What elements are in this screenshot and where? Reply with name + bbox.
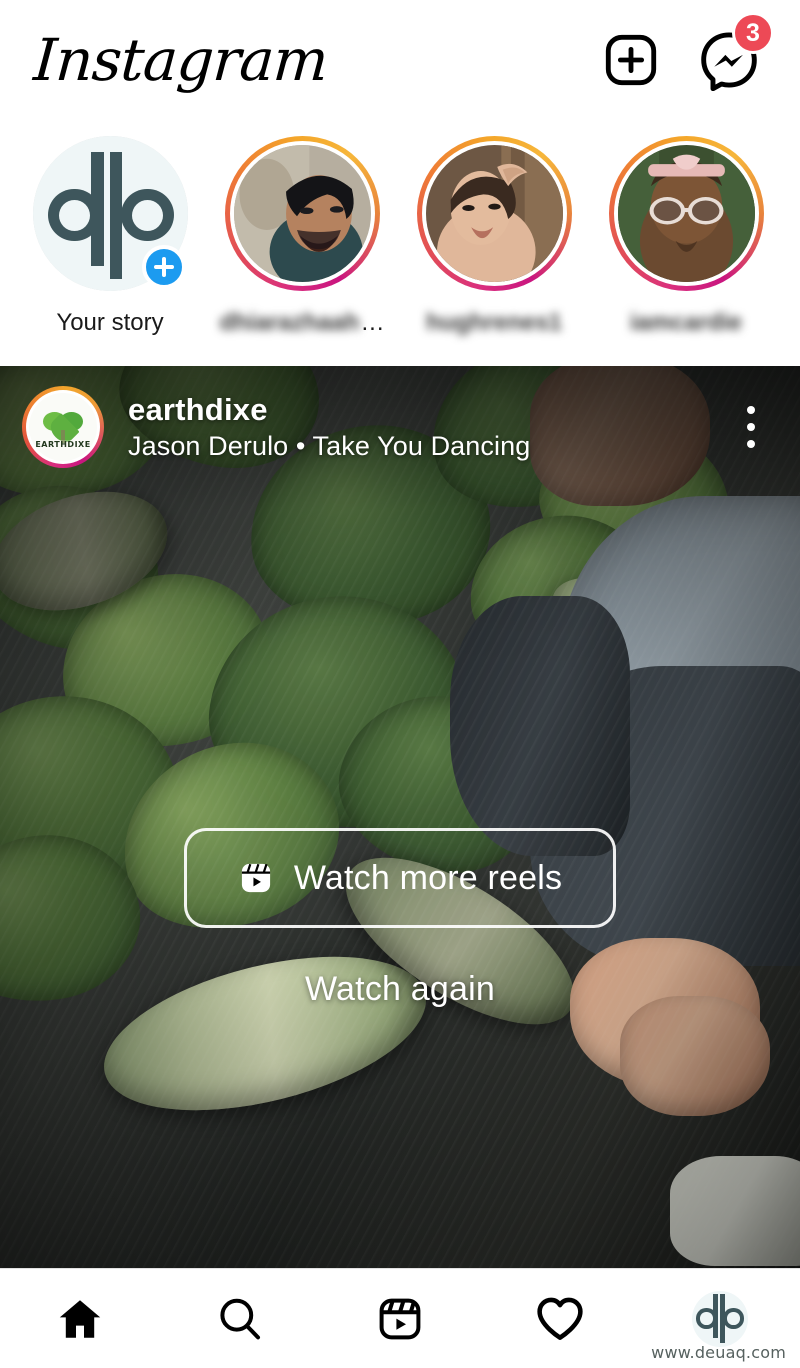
- add-story-button[interactable]: [141, 245, 186, 289]
- woman-portrait-photo: [425, 145, 563, 282]
- video-end-overlay: Watch more reels Watch again: [0, 828, 800, 1009]
- post-avatar-image: EARTHDIXE: [29, 393, 97, 461]
- top-bar: Instagram 3: [0, 0, 800, 120]
- feed-post[interactable]: EARTHDIXE earthdixe Jason Derulo • Take …: [0, 366, 800, 1268]
- video-vignette: [0, 366, 800, 1268]
- story-label-row: dhiarazhaah ...: [219, 309, 384, 337]
- watch-again-button[interactable]: Watch again: [305, 970, 495, 1009]
- reels-icon: [379, 1298, 421, 1339]
- home-icon: [59, 1299, 101, 1338]
- story-label: hughrenes1: [425, 309, 563, 336]
- post-meta: earthdixe Jason Derulo • Take You Dancin…: [128, 392, 728, 463]
- nav-item-reels[interactable]: [320, 1269, 480, 1368]
- profile-avatar: [692, 1290, 748, 1347]
- post-more-options-button[interactable]: [728, 406, 774, 448]
- nav-item-search[interactable]: [160, 1269, 320, 1368]
- more-options-icon-dot: [747, 406, 755, 414]
- story-avatar-photo: [233, 145, 371, 282]
- story-item-your-story[interactable]: Your story: [30, 136, 190, 337]
- story-item-3[interactable]: iamcardie: [606, 136, 766, 337]
- story-avatar-wrap: [224, 136, 380, 291]
- story-gradient-ring: [416, 136, 572, 291]
- nav-item-activity[interactable]: [480, 1269, 640, 1368]
- story-avatar-photo: [425, 145, 563, 282]
- post-username[interactable]: earthdixe: [128, 392, 728, 428]
- plus-square-icon: [605, 34, 657, 86]
- story-gradient-ring: [608, 136, 764, 291]
- heart-icon: [537, 1297, 583, 1340]
- messenger-unread-badge: 3: [732, 12, 774, 54]
- story-label: dhiarazhaah: [219, 309, 360, 336]
- story-avatar-photo: [617, 145, 755, 282]
- story-avatar-wrap: [32, 136, 188, 291]
- post-author-avatar[interactable]: EARTHDIXE: [22, 386, 104, 468]
- messenger-button[interactable]: 3: [698, 12, 774, 92]
- instagram-logo: Instagram: [31, 26, 330, 94]
- child-sunglasses-photo: [617, 145, 755, 282]
- story-ring-inner: [613, 141, 759, 286]
- create-post-button[interactable]: [602, 31, 660, 89]
- story-label-truncation: ...: [361, 309, 385, 336]
- post-video[interactable]: [0, 366, 800, 1268]
- story-item-1[interactable]: dhiarazhaah ...: [219, 136, 384, 337]
- man-outdoors-photo: [233, 145, 371, 282]
- more-options-icon-dot: [747, 423, 755, 431]
- watch-more-reels-button[interactable]: Watch more reels: [184, 828, 616, 928]
- watch-more-reels-label: Watch more reels: [293, 858, 563, 897]
- post-header: EARTHDIXE earthdixe Jason Derulo • Take …: [0, 386, 800, 468]
- story-label: Your story: [56, 309, 164, 336]
- story-ring-inner: [421, 141, 567, 286]
- story-avatar-wrap: [416, 136, 572, 291]
- more-options-icon-dot: [747, 440, 755, 448]
- story-item-2[interactable]: hughrenes1: [414, 136, 574, 337]
- story-gradient-ring: [224, 136, 380, 291]
- reels-icon: [241, 863, 270, 893]
- search-icon: [220, 1298, 260, 1339]
- nav-item-home[interactable]: [0, 1269, 160, 1368]
- stories-tray[interactable]: Your story dhiarazhaah ... hughrenes1 ia…: [0, 120, 800, 366]
- instagram-app-screen: Instagram 3 Your story dhiarazhaah ... h…: [0, 0, 800, 1368]
- avatar-brand-text: EARTHDIXE: [35, 440, 91, 450]
- post-music-attribution[interactable]: Jason Derulo • Take You Dancing: [128, 431, 728, 462]
- story-avatar-wrap: [608, 136, 764, 291]
- post-avatar-inner: EARTHDIXE: [26, 390, 100, 464]
- alp-logo-icon: [692, 1290, 748, 1347]
- story-label: iamcardie: [629, 309, 743, 336]
- story-ring-inner: [229, 141, 375, 286]
- earthdixe-heart-tree-icon: EARTHDIXE: [29, 393, 97, 461]
- site-watermark: www.deuaq.com: [651, 1343, 786, 1362]
- top-bar-actions: 3: [602, 12, 774, 92]
